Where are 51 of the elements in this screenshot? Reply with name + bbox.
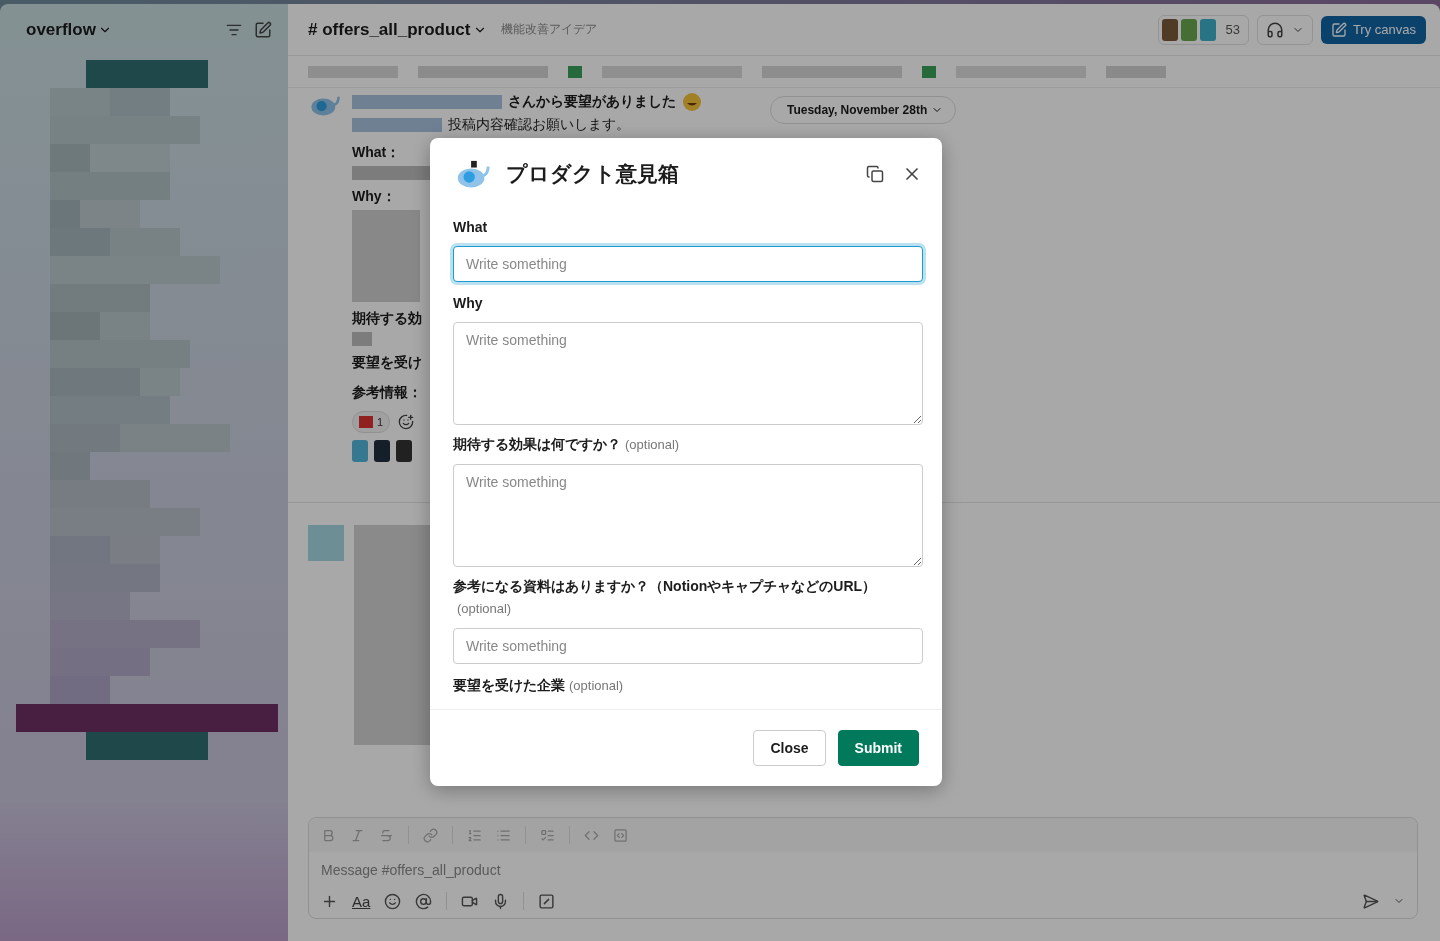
try-canvas-button[interactable]: Try canvas — [1320, 15, 1426, 44]
emoji-reaction[interactable]: 1 — [352, 410, 391, 433]
modal-title: プロダクト意見箱 — [506, 161, 680, 187]
channel-name[interactable]: # offers_all_product — [308, 19, 487, 40]
submit-button[interactable]: Submit — [837, 730, 919, 766]
field-label: 参考になる資料はありますか？（NotionやキャプチャなどのURL） (optional) — [453, 577, 878, 618]
field-label: What — [453, 218, 489, 237]
filter-icon — [226, 22, 242, 38]
pixelated-block — [568, 65, 582, 78]
field-label: 参考情報： — [352, 384, 423, 402]
grinning-emoji-icon — [682, 91, 702, 112]
input-field[interactable]: Write something — [453, 246, 923, 282]
avatar-icon — [352, 439, 368, 462]
input-field[interactable]: Write something — [453, 628, 923, 664]
workspace-menu[interactable]: overflow — [26, 20, 216, 40]
copy-icon — [866, 165, 884, 183]
channel-topic: 機能改善アイデア — [500, 21, 598, 38]
pixelated-block — [1106, 65, 1166, 78]
members-button[interactable]: 53 — [1158, 14, 1249, 45]
text-area[interactable]: Write something — [453, 464, 923, 567]
emoji-icon[interactable] — [384, 892, 402, 910]
headphones-icon — [1265, 20, 1284, 39]
huddle-button[interactable] — [1256, 14, 1313, 45]
field-label: 期待する効果は何ですか？ (optional) — [453, 435, 681, 454]
field-label: 要望を受け — [352, 354, 423, 372]
avatar-icon — [1162, 18, 1179, 41]
close-button[interactable]: Close — [753, 730, 826, 766]
field-label: Why： — [352, 188, 397, 206]
message-text: 投稿内容確認お願いします。 — [448, 115, 630, 134]
field-label: What： — [352, 144, 402, 162]
add-emoji-icon — [398, 413, 415, 430]
avatar-icon — [1181, 18, 1198, 41]
avatar-icon — [396, 439, 412, 462]
text-area[interactable]: Write something — [453, 322, 923, 425]
mention-icon[interactable] — [415, 892, 433, 910]
message-text: さんから要望がありました — [508, 92, 676, 111]
pixelated-block — [308, 525, 344, 561]
formatting-button[interactable]: Aa — [352, 892, 371, 910]
send-icon[interactable] — [1362, 892, 1379, 910]
pixelated-block — [922, 65, 936, 78]
avatar-icon — [374, 439, 390, 462]
compose-icon — [254, 21, 272, 39]
shortcut-icon[interactable] — [538, 892, 556, 910]
field-label: 期待する効 — [352, 310, 423, 328]
field-label: 要望を受けた企業 (optional) — [453, 676, 625, 695]
canvas-icon — [1330, 21, 1347, 38]
date-divider[interactable]: Tuesday, November 28th — [770, 96, 957, 124]
pixelated-block — [352, 332, 372, 346]
avatar-icon — [1200, 18, 1217, 41]
field-label: Why — [453, 294, 484, 313]
copy-button[interactable] — [864, 163, 886, 185]
